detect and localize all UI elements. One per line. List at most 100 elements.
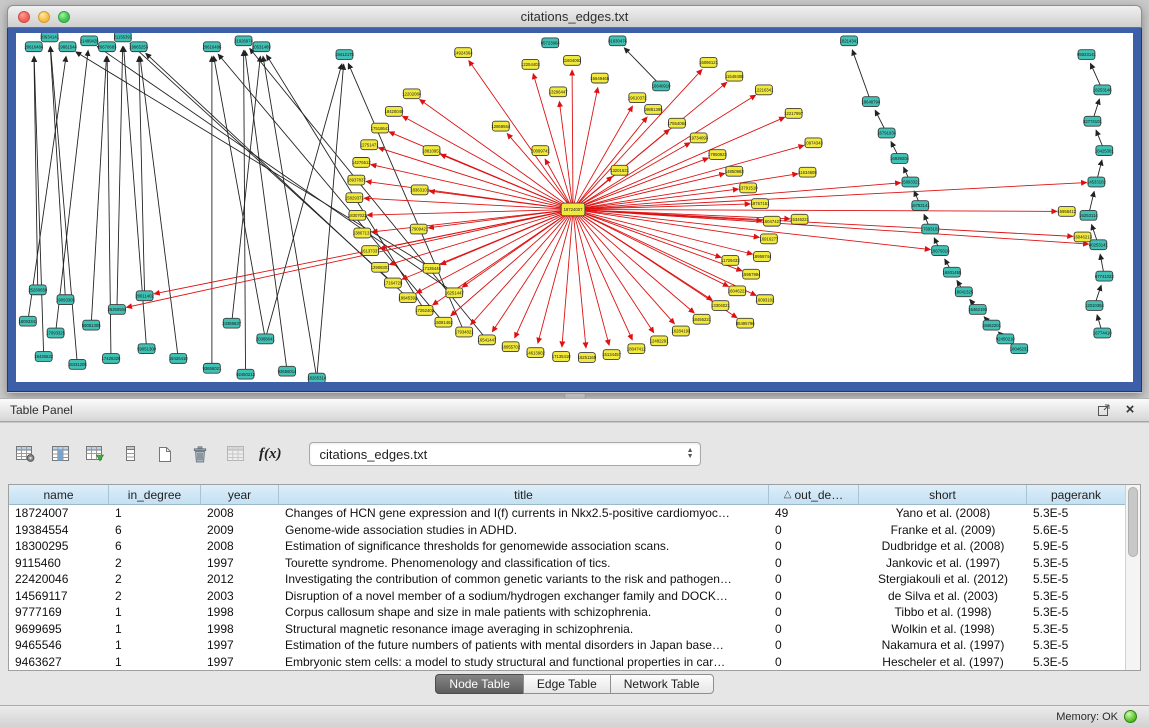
table-row[interactable]: 969969511998Structural magnetic resonanc…	[9, 621, 1125, 638]
table-cell[interactable]: 0	[769, 622, 859, 636]
table-cell[interactable]: Estimation of significance thresholds fo…	[279, 539, 769, 553]
table-cell[interactable]: Tourette syndrome. Phenomenology and cla…	[279, 556, 769, 570]
table-cell[interactable]: 18300295	[9, 539, 109, 553]
network-table-selector[interactable]: citations_edges.txt ▲▼	[309, 442, 701, 466]
table-cell[interactable]: Dudbridge et al. (2008)	[859, 539, 1027, 553]
table-cell[interactable]: Jankovic et al. (1997)	[859, 556, 1027, 570]
float-panel-icon[interactable]	[1095, 402, 1113, 418]
table-cell[interactable]: 1997	[201, 638, 279, 652]
table-row[interactable]: 2242004622012Investigating the contribut…	[9, 571, 1125, 588]
table-cell[interactable]: 0	[769, 638, 859, 652]
citation-network-graph[interactable]: 2061648420634141198615442149942820670683…	[16, 33, 1133, 382]
table-cell[interactable]: 18724007	[9, 506, 109, 520]
table-cell[interactable]: 0	[769, 655, 859, 669]
table-cell[interactable]: 5.9E-5	[1027, 539, 1125, 553]
table-row[interactable]: 977716911998Corpus callosum shape and si…	[9, 604, 1125, 621]
tab-network-table[interactable]: Network Table	[610, 674, 714, 694]
network-canvas[interactable]: 2061648420634141198615442149942820670683…	[16, 33, 1133, 382]
table-cell[interactable]: 2	[109, 572, 201, 586]
scrollbar-thumb[interactable]	[1128, 487, 1138, 557]
table-cell[interactable]: 1998	[201, 605, 279, 619]
delete-icon[interactable]	[189, 441, 211, 467]
table-cell[interactable]: 1	[109, 638, 201, 652]
close-panel-icon[interactable]: ×	[1121, 402, 1139, 418]
table-cell[interactable]: Changes of HCN gene expression and I(f) …	[279, 506, 769, 520]
table-cell[interactable]: 14569117	[9, 589, 109, 603]
table-cell[interactable]: 5.5E-5	[1027, 572, 1125, 586]
table-cell[interactable]: 2012	[201, 572, 279, 586]
memory-status-icon[interactable]	[1124, 710, 1137, 723]
table-cell[interactable]: 1997	[201, 655, 279, 669]
table-cell[interactable]: 0	[769, 539, 859, 553]
table-cell[interactable]: 9777169	[9, 605, 109, 619]
table-mode-icon[interactable]	[14, 441, 36, 467]
table-cell[interactable]: Corpus callosum shape and size in male p…	[279, 605, 769, 619]
table-cell[interactable]: 2	[109, 556, 201, 570]
close-window-button[interactable]	[18, 11, 30, 23]
new-column-icon[interactable]	[84, 441, 106, 467]
table-cell[interactable]: 0	[769, 523, 859, 537]
table-cell[interactable]: 49	[769, 506, 859, 520]
column-header-title[interactable]: title	[279, 485, 769, 504]
table-cell[interactable]: 5.3E-5	[1027, 506, 1125, 520]
table-cell[interactable]: 2009	[201, 523, 279, 537]
table-cell[interactable]: 1	[109, 506, 201, 520]
table-cell[interactable]: Genome-wide association studies in ADHD.	[279, 523, 769, 537]
function-builder-icon[interactable]: f(x)	[259, 441, 282, 467]
table-cell[interactable]: Embryonic stem cells: a model to study s…	[279, 655, 769, 669]
table-cell[interactable]: Estimation of the future numbers of pati…	[279, 638, 769, 652]
table-cell[interactable]: 5.3E-5	[1027, 638, 1125, 652]
table-cell[interactable]: 5.3E-5	[1027, 622, 1125, 636]
table-cell[interactable]: Investigating the contribution of common…	[279, 572, 769, 586]
column-header-out_de[interactable]: △out_de…	[769, 485, 859, 504]
show-columns-icon[interactable]	[49, 441, 71, 467]
zoom-window-button[interactable]	[58, 11, 70, 23]
table-cell[interactable]: 0	[769, 589, 859, 603]
table-row[interactable]: 1872400712008Changes of HCN gene express…	[9, 505, 1125, 522]
column-header-year[interactable]: year	[201, 485, 279, 504]
table-cell[interactable]: Franke et al. (2009)	[859, 523, 1027, 537]
column-header-name[interactable]: name	[9, 485, 109, 504]
table-cell[interactable]: 5.6E-5	[1027, 523, 1125, 537]
table-cell[interactable]: 2008	[201, 506, 279, 520]
table-cell[interactable]: 5.3E-5	[1027, 556, 1125, 570]
table-cell[interactable]: 5.3E-5	[1027, 605, 1125, 619]
row-options-icon[interactable]	[119, 441, 141, 467]
table-cell[interactable]: 9115460	[9, 556, 109, 570]
table-cell[interactable]: 0	[769, 605, 859, 619]
table-cell[interactable]: Disruption of a novel member of a sodium…	[279, 589, 769, 603]
new-file-icon[interactable]	[154, 441, 176, 467]
table-cell[interactable]: 1	[109, 655, 201, 669]
table-cell[interactable]: Wolkin et al. (1998)	[859, 622, 1027, 636]
table-row[interactable]: 1830029562008Estimation of significance …	[9, 538, 1125, 555]
table-cell[interactable]: 9463627	[9, 655, 109, 669]
table-cell[interactable]: 9699695	[9, 622, 109, 636]
table-cell[interactable]: 6	[109, 539, 201, 553]
tab-edge-table[interactable]: Edge Table	[523, 674, 611, 694]
table-cell[interactable]: 19384554	[9, 523, 109, 537]
table-cell[interactable]: 9465546	[9, 638, 109, 652]
table-row[interactable]: 1456911722003Disruption of a novel membe…	[9, 588, 1125, 605]
table-cell[interactable]: Tibbo et al. (1998)	[859, 605, 1027, 619]
table-row[interactable]: 1938455462009Genome-wide association stu…	[9, 522, 1125, 539]
table-cell[interactable]: 1997	[201, 556, 279, 570]
table-cell[interactable]: Hescheler et al. (1997)	[859, 655, 1027, 669]
table-scrollbar[interactable]	[1125, 485, 1140, 670]
table-row[interactable]: 946362711997Embryonic stem cells: a mode…	[9, 654, 1125, 671]
table-cell[interactable]: 5.3E-5	[1027, 589, 1125, 603]
window-titlebar[interactable]: citations_edges.txt	[7, 5, 1142, 28]
column-header-pagerank[interactable]: pagerank	[1027, 485, 1125, 504]
table-row[interactable]: 911546021997Tourette syndrome. Phenomeno…	[9, 555, 1125, 572]
table-cell[interactable]: 22420046	[9, 572, 109, 586]
table-cell[interactable]: Yano et al. (2008)	[859, 506, 1027, 520]
table-cell[interactable]: 1	[109, 605, 201, 619]
table-row[interactable]: 946554611997Estimation of the future num…	[9, 637, 1125, 654]
table-cell[interactable]: de Silva et al. (2003)	[859, 589, 1027, 603]
table-cell[interactable]: 5.3E-5	[1027, 655, 1125, 669]
column-header-in_degree[interactable]: in_degree	[109, 485, 201, 504]
minimize-window-button[interactable]	[38, 11, 50, 23]
table-cell[interactable]: 1998	[201, 622, 279, 636]
table-cell[interactable]: Nakamura et al. (1997)	[859, 638, 1027, 652]
table-cell[interactable]: 2008	[201, 539, 279, 553]
table-cell[interactable]: 6	[109, 523, 201, 537]
